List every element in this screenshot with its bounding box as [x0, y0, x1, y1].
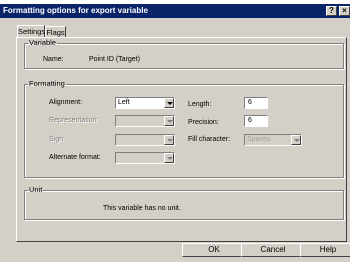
unit-message: This variable has no unit. [103, 205, 181, 212]
settings-panel: Variable Name: Point ID (Target) Formatt… [16, 37, 347, 242]
help-button[interactable]: Help [300, 243, 350, 257]
precision-label: Precision: [188, 119, 219, 126]
alignment-select[interactable]: Left [115, 97, 175, 109]
help-title-button[interactable]: ? [326, 6, 337, 16]
cancel-button[interactable]: Cancel [241, 243, 305, 257]
name-value: Point ID (Target) [89, 56, 140, 63]
fill-character-label: Fill character: [188, 136, 231, 143]
chevron-down-icon[interactable] [164, 98, 174, 108]
length-label: Length: [188, 101, 212, 108]
alignment-value: Left [118, 99, 130, 106]
close-title-button[interactable]: × [339, 6, 350, 16]
name-label: Name: [43, 56, 64, 63]
alignment-label: Alignment: [49, 99, 83, 106]
formatting-group: Formatting [24, 80, 344, 178]
representation-label: Representation: [49, 117, 99, 124]
export-variable-dialog: Formatting options for export variable ?… [0, 4, 350, 262]
sign-select[interactable] [115, 134, 175, 146]
alternate-format-label: Alternate format: [49, 154, 101, 161]
title-bar[interactable]: Formatting options for export variable ?… [0, 4, 350, 18]
unit-group-legend: Unit [29, 185, 43, 194]
fill-character-select[interactable]: Spaces [244, 134, 302, 146]
formatting-group-legend: Formatting [29, 79, 65, 88]
representation-select[interactable] [115, 115, 175, 127]
sign-label: Sign: [49, 136, 65, 143]
ok-button[interactable]: OK [182, 243, 246, 257]
unit-group: Unit [24, 186, 344, 220]
chevron-down-icon[interactable] [164, 116, 174, 126]
precision-input[interactable]: 6 [244, 115, 268, 127]
alternate-format-select[interactable] [115, 152, 175, 164]
length-input[interactable]: 6 [244, 97, 268, 109]
fill-character-value: Spaces [247, 136, 271, 143]
variable-group-legend: Variable [29, 38, 56, 47]
chevron-down-icon[interactable] [164, 135, 174, 145]
window-title: Formatting options for export variable [3, 6, 148, 15]
chevron-down-icon[interactable] [164, 153, 174, 163]
chevron-down-icon[interactable] [291, 135, 301, 145]
variable-group: Variable [24, 39, 344, 69]
